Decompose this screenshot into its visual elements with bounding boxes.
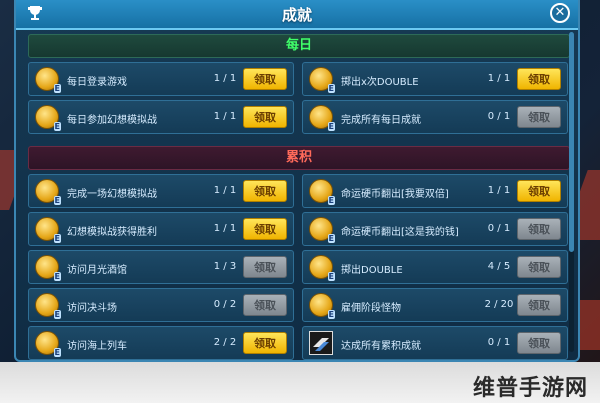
coin-icon: E bbox=[309, 105, 335, 131]
claim-button[interactable]: 领取 bbox=[243, 256, 287, 278]
coin-badge: E bbox=[327, 310, 335, 319]
claim-button[interactable]: 领取 bbox=[243, 218, 287, 240]
coin-icon: E bbox=[309, 67, 335, 93]
coin-badge: E bbox=[53, 122, 61, 131]
coin-badge: E bbox=[53, 310, 61, 319]
achievement-item: E 掷出x次DOUBLE 1 / 1 领取 bbox=[302, 62, 568, 96]
claim-button[interactable]: 领取 bbox=[517, 68, 561, 90]
coin-icon: E bbox=[35, 255, 61, 281]
close-button[interactable]: ✕ bbox=[550, 3, 570, 23]
achievement-item: E 掷出DOUBLE 4 / 5 领取 bbox=[302, 250, 568, 284]
section-daily-header: 每日 bbox=[28, 34, 570, 58]
section-accumulated-header: 累积 bbox=[28, 146, 570, 170]
achievement-item: E 命运硬币翻出[我要双倍] 1 / 1 领取 bbox=[302, 174, 568, 208]
achievement-window: 成就 ✕ 每日 累积 E 每日登录游戏 1 / 1 领取 E 每日参加幻想模拟战 1 / 1… bbox=[14, 0, 580, 362]
coin-badge: E bbox=[53, 348, 61, 357]
coin-icon: E bbox=[309, 293, 335, 319]
achievement-item: 达成所有累积成就 0 / 1 领取 bbox=[302, 326, 568, 360]
scrollbar-thumb[interactable] bbox=[569, 32, 574, 252]
coin-badge: E bbox=[327, 122, 335, 131]
title-bar: 成就 ✕ bbox=[16, 0, 578, 30]
coin-badge: E bbox=[53, 84, 61, 93]
scrollbar[interactable] bbox=[569, 32, 574, 352]
achievement-item: E 访问月光酒馆 1 / 3 领取 bbox=[28, 250, 294, 284]
special-card-icon bbox=[309, 331, 333, 355]
achievement-item: E 访问海上列车 2 / 2 领取 bbox=[28, 326, 294, 360]
claim-button[interactable]: 领取 bbox=[243, 294, 287, 316]
claim-button[interactable]: 领取 bbox=[243, 332, 287, 354]
coin-badge: E bbox=[327, 272, 335, 281]
coin-icon: E bbox=[309, 179, 335, 205]
claim-button[interactable]: 领取 bbox=[517, 180, 561, 202]
watermark: 维普手游网 bbox=[472, 376, 588, 401]
claim-button[interactable]: 领取 bbox=[517, 256, 561, 278]
achievement-item: E 幻想模拟战获得胜利 1 / 1 领取 bbox=[28, 212, 294, 246]
coin-icon: E bbox=[35, 293, 61, 319]
coin-icon: E bbox=[35, 331, 61, 357]
achievement-item: E 完成所有每日成就 0 / 1 领取 bbox=[302, 100, 568, 134]
claim-button[interactable]: 领取 bbox=[517, 218, 561, 240]
coin-icon: E bbox=[309, 255, 335, 281]
achievement-item: E 每日登录游戏 1 / 1 领取 bbox=[28, 62, 294, 96]
coin-icon: E bbox=[35, 217, 61, 243]
coin-badge: E bbox=[53, 234, 61, 243]
achievement-item: E 每日参加幻想模拟战 1 / 1 领取 bbox=[28, 100, 294, 134]
coin-badge: E bbox=[53, 196, 61, 205]
claim-button[interactable]: 领取 bbox=[243, 68, 287, 90]
close-icon: ✕ bbox=[554, 5, 566, 20]
claim-button[interactable]: 领取 bbox=[517, 294, 561, 316]
coin-badge: E bbox=[53, 272, 61, 281]
achievement-item: E 完成一场幻想模拟战 1 / 1 领取 bbox=[28, 174, 294, 208]
coin-badge: E bbox=[327, 84, 335, 93]
claim-button[interactable]: 领取 bbox=[243, 180, 287, 202]
coin-icon: E bbox=[35, 105, 61, 131]
claim-button[interactable]: 领取 bbox=[517, 332, 561, 354]
coin-icon: E bbox=[35, 179, 61, 205]
achievement-item: E 命运硬币翻出[这是我的钱] 0 / 1 领取 bbox=[302, 212, 568, 246]
window-title: 成就 bbox=[281, 6, 312, 24]
achievement-item: E 访问决斗场 0 / 2 领取 bbox=[28, 288, 294, 322]
coin-icon: E bbox=[309, 217, 335, 243]
achievement-item: E 雇佣阶段怪物 2 / 20 领取 bbox=[302, 288, 568, 322]
coin-badge: E bbox=[327, 234, 335, 243]
coin-icon: E bbox=[35, 67, 61, 93]
claim-button[interactable]: 领取 bbox=[243, 106, 287, 128]
claim-button[interactable]: 领取 bbox=[517, 106, 561, 128]
coin-badge: E bbox=[327, 196, 335, 205]
